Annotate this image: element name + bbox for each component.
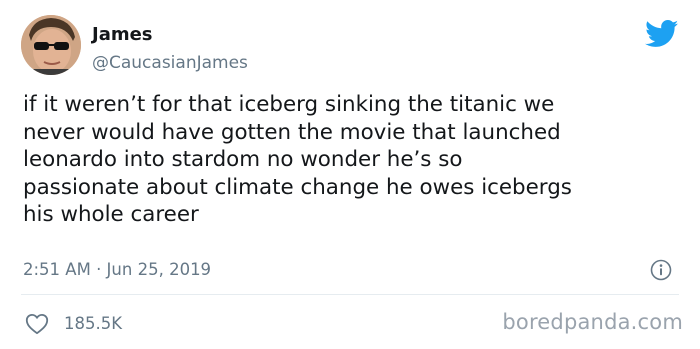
- avatar[interactable]: [21, 15, 81, 75]
- info-icon[interactable]: [650, 259, 672, 281]
- tweet-card: James @CaucasianJames if it weren’t for …: [0, 0, 700, 349]
- tweet-text-line: never would have gotten the movie that l…: [23, 119, 561, 145]
- like-count: 185.5K: [64, 314, 123, 333]
- avatar-image: [21, 15, 81, 75]
- heart-icon[interactable]: [25, 313, 49, 335]
- tweet-text-line: passionate about climate change he owes …: [23, 174, 572, 200]
- watermark: boredpanda.com: [502, 310, 683, 334]
- twitter-bird-icon[interactable]: [645, 20, 679, 48]
- divider: [21, 294, 679, 295]
- tweet-timestamp[interactable]: 2:51 AM · Jun 25, 2019: [23, 259, 211, 281]
- user-name[interactable]: James: [92, 24, 153, 46]
- user-handle[interactable]: @CaucasianJames: [92, 52, 248, 74]
- tweet-text: if it weren’t for that iceberg sinking t…: [23, 91, 683, 229]
- tweet-text-line: leonardo into stardom no wonder he’s so: [23, 147, 463, 173]
- tweet-text-line: his whole career: [23, 202, 199, 228]
- tweet-text-line: if it weren’t for that iceberg sinking t…: [23, 92, 555, 117]
